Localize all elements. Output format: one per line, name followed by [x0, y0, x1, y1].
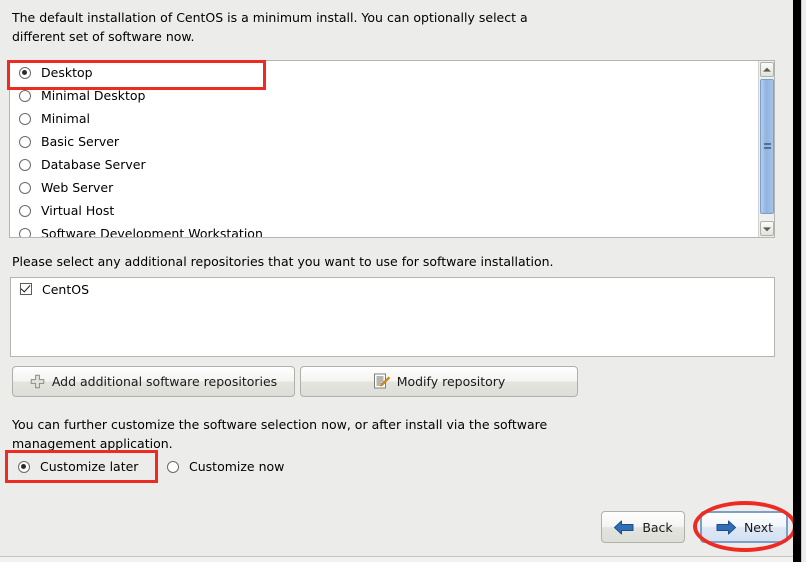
list-item[interactable]: Desktop	[10, 61, 758, 84]
add-additional-software-repositories-button[interactable]: Add additional software repositories	[12, 366, 295, 397]
list-item-label: Software Development Workstation	[41, 226, 263, 237]
list-item-label: Virtual Host	[41, 203, 115, 218]
list-item-label: Database Server	[41, 157, 146, 172]
list-item[interactable]: Software Development Workstation	[10, 222, 758, 237]
intro-line-2: different set of software now.	[12, 29, 195, 44]
installer-software-selection-page: The default installation of CentOS is a …	[0, 0, 793, 562]
bottom-strip	[0, 557, 793, 562]
repositories-label: Please select any additional repositorie…	[12, 254, 554, 269]
chevron-down-glyph	[763, 226, 771, 231]
list-item[interactable]: Basic Server	[10, 130, 758, 153]
list-item-label: Desktop	[41, 65, 93, 80]
radio-web-server[interactable]	[19, 181, 31, 194]
radio-customize-now[interactable]	[167, 460, 179, 473]
radio-customize-later[interactable]	[18, 460, 30, 473]
radio-minimal-desktop[interactable]	[19, 89, 31, 102]
radio-minimal[interactable]	[19, 112, 31, 125]
plus-icon	[30, 374, 45, 389]
next-button[interactable]: Next	[700, 511, 788, 543]
intro-line-1: The default installation of CentOS is a …	[12, 10, 528, 25]
scrollbar-thumb[interactable]	[760, 79, 774, 214]
back-button[interactable]: Back	[601, 511, 685, 543]
chevron-up-icon[interactable]	[760, 62, 774, 77]
list-item[interactable]: Minimal Desktop	[10, 84, 758, 107]
list-item[interactable]: Database Server	[10, 153, 758, 176]
chevron-up-glyph	[763, 67, 771, 72]
customize-now-label: Customize now	[189, 459, 285, 474]
next-button-label: Next	[743, 519, 774, 535]
customize-line-2: management application.	[12, 436, 173, 451]
radio-database-server[interactable]	[19, 158, 31, 171]
list-item-label: CentOS	[42, 281, 90, 297]
customize-later-option[interactable]: Customize later	[18, 459, 138, 474]
scrollbar-grip-line	[764, 147, 771, 149]
scrollbar-grip-line	[764, 143, 771, 145]
customize-later-label: Customize later	[40, 459, 139, 474]
back-button-label: Back	[642, 519, 673, 535]
add-repo-label: Add additional software repositories	[51, 374, 278, 389]
modify-repository-button[interactable]: Modify repository	[300, 366, 578, 397]
radio-basic-server[interactable]	[19, 135, 31, 148]
list-item-label: Minimal Desktop	[41, 88, 146, 103]
list-item-label: Web Server	[41, 180, 114, 195]
list-item[interactable]: Minimal	[10, 107, 758, 130]
customize-line-1: You can further customize the software s…	[12, 417, 548, 432]
repository-list[interactable]: CentOS	[10, 277, 775, 357]
list-item-label: Minimal	[41, 111, 90, 126]
document-edit-icon	[373, 373, 390, 389]
software-group-list[interactable]: Desktop Minimal Desktop Minimal Basic Se…	[9, 60, 775, 238]
chevron-down-icon[interactable]	[760, 221, 774, 236]
list-item[interactable]: Virtual Host	[10, 199, 758, 222]
right-edge-strip	[801, 0, 806, 562]
customize-text: You can further customize the software s…	[12, 415, 612, 453]
intro-text: The default installation of CentOS is a …	[12, 8, 612, 46]
checkbox-centos[interactable]	[20, 283, 32, 295]
scrollbar[interactable]	[758, 61, 774, 237]
right-gutter	[793, 0, 801, 562]
arrow-right-icon	[716, 520, 736, 534]
modify-repo-label: Modify repository	[396, 374, 506, 389]
list-item-label: Basic Server	[41, 134, 120, 149]
arrow-left-icon	[614, 520, 634, 534]
list-item[interactable]: Web Server	[10, 176, 758, 199]
software-group-list-viewport[interactable]: Desktop Minimal Desktop Minimal Basic Se…	[10, 61, 758, 237]
customize-now-option[interactable]: Customize now	[167, 459, 284, 474]
radio-virtual-host[interactable]	[19, 204, 31, 217]
radio-software-development-workstation[interactable]	[19, 227, 31, 237]
radio-desktop[interactable]	[19, 66, 31, 79]
list-item[interactable]: CentOS	[11, 278, 774, 300]
